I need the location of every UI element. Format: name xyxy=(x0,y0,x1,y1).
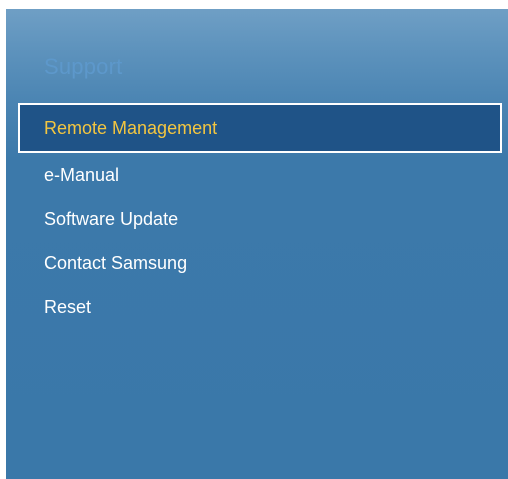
menu-item-reset[interactable]: Reset xyxy=(18,285,502,329)
menu-item-software-update[interactable]: Software Update xyxy=(18,197,502,241)
menu-item-contact-samsung[interactable]: Contact Samsung xyxy=(18,241,502,285)
menu-item-e-manual[interactable]: e-Manual xyxy=(18,153,502,197)
support-menu-list: Remote Management e-Manual Software Upda… xyxy=(18,103,502,329)
menu-item-remote-management[interactable]: Remote Management xyxy=(18,103,502,153)
menu-title: Support xyxy=(44,54,123,79)
support-menu-panel: Support Remote Management e-Manual Softw… xyxy=(6,9,508,479)
